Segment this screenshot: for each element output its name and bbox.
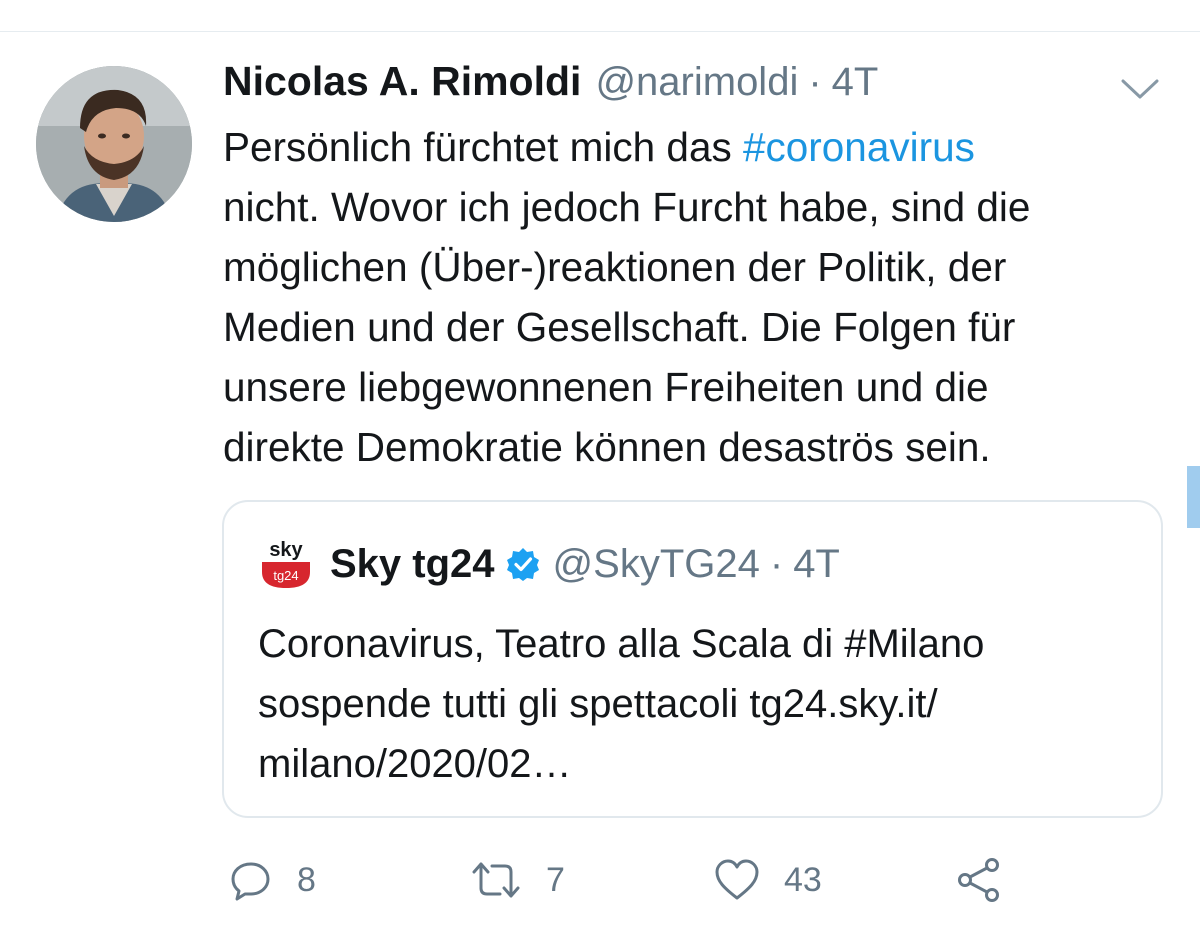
top-divider — [0, 31, 1200, 32]
tweet-text-line: unsere liebgewonnenen Freiheiten und die — [223, 364, 989, 410]
verified-badge-icon — [506, 548, 539, 581]
retweet-button[interactable]: 7 — [470, 850, 565, 910]
chevron-down-icon[interactable] — [1117, 72, 1163, 106]
reply-button[interactable]: 8 — [229, 850, 316, 910]
tweet-timestamp[interactable]: 4T — [832, 60, 879, 105]
tweet-text-line: Persönlich fürchtet mich das #coronaviru… — [223, 117, 1183, 177]
retweet-count: 7 — [546, 860, 565, 899]
reply-count: 8 — [297, 860, 316, 899]
author-name[interactable]: Nicolas A. Rimoldi — [223, 58, 581, 105]
tweet-text: Persönlich fürchtet mich das #coronaviru… — [223, 117, 1183, 477]
quoted-author-handle: @SkyTG24 — [552, 541, 760, 586]
quoted-tweet-header: sky tg24 Sky tg24 @SkyTG24 · 4T — [258, 534, 840, 594]
quoted-text-line: sospende tutti gli spettacoli tg24.sky.i… — [258, 682, 938, 726]
quoted-tweet-card[interactable]: sky tg24 Sky tg24 @SkyTG24 · 4T Coronavi… — [222, 500, 1163, 818]
author-handle[interactable]: @narimoldi — [595, 60, 798, 105]
heart-icon — [715, 859, 759, 900]
quoted-header-separator: · — [769, 541, 784, 586]
hashtag-link[interactable]: #coronavirus — [743, 124, 975, 170]
logo-text-bottom: tg24 — [273, 568, 298, 583]
tweet-actions: 8 7 43 — [223, 850, 1183, 910]
tweet-header: Nicolas A. Rimoldi @narimoldi · 4T — [223, 58, 878, 114]
like-button[interactable]: 43 — [714, 850, 822, 910]
avatar[interactable] — [36, 66, 192, 222]
quoted-tweet-text: Coronavirus, Teatro alla Scala di #Milan… — [258, 614, 1138, 794]
quoted-text-line: Coronavirus, Teatro alla Scala di #Milan… — [258, 622, 985, 666]
scrollbar-thumb[interactable] — [1187, 466, 1200, 528]
share-icon — [958, 858, 999, 902]
tweet-text-line: nicht. Wovor ich jedoch Furcht habe, sin… — [223, 184, 1031, 230]
avatar-photo — [36, 66, 192, 222]
header-separator: · — [808, 60, 822, 104]
share-button[interactable] — [956, 850, 1002, 910]
tweet-text-line: Medien und der Gesellschaft. Die Folgen … — [223, 304, 1016, 350]
quoted-author-name: Sky tg24 — [330, 541, 495, 586]
tweet-text-segment: Persönlich fürchtet mich das — [223, 124, 743, 170]
sky-tg24-logo: sky tg24 — [258, 536, 314, 592]
quoted-tweet-timestamp: 4T — [793, 541, 840, 586]
tweet-text-line: möglichen (Über-)reaktionen der Politik,… — [223, 244, 1007, 290]
reply-icon — [231, 862, 270, 901]
retweet-icon — [472, 862, 520, 898]
quoted-text-line: milano/2020/02… — [258, 742, 572, 786]
like-count: 43 — [784, 860, 822, 899]
tweet-text-line: direkte Demokratie können desaströs sein… — [223, 424, 991, 470]
logo-text-top: sky — [269, 539, 303, 561]
